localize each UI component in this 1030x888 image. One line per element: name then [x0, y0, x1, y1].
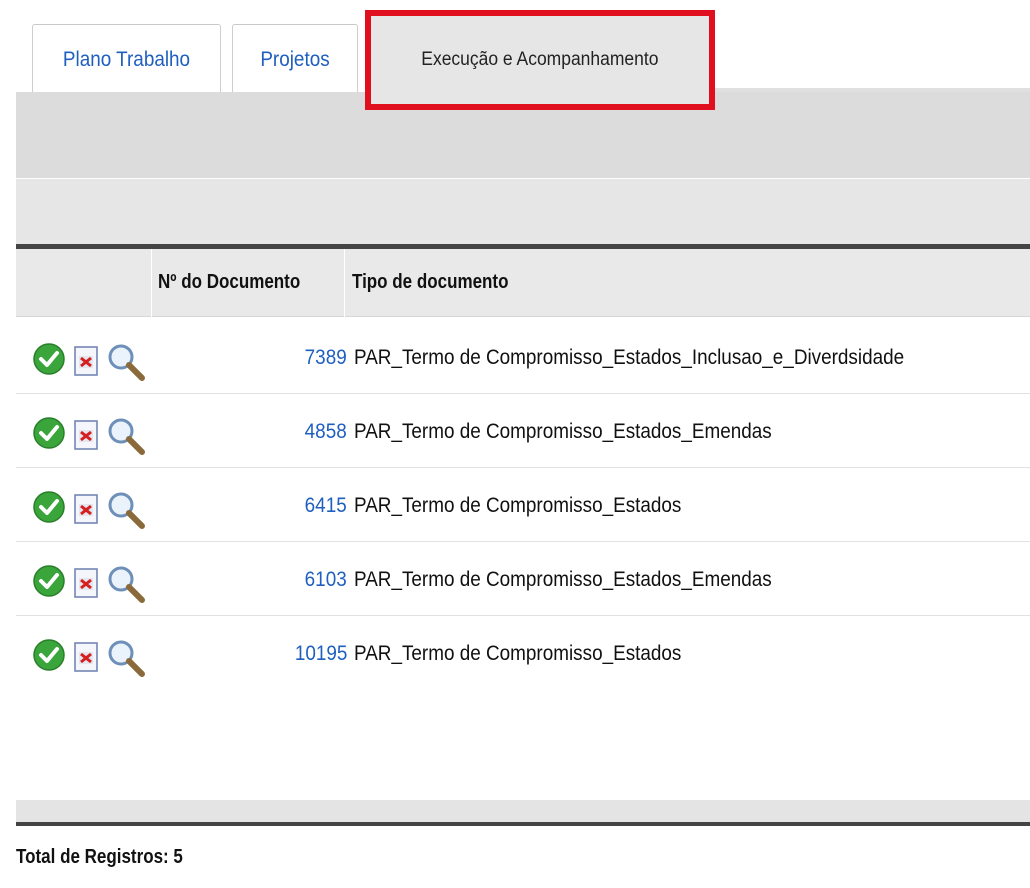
- check-circle-icon[interactable]: [32, 564, 66, 598]
- document-type: PAR_Termo de Compromisso_Estados_Emendas: [354, 568, 772, 591]
- tab-projetos[interactable]: Projetos: [232, 24, 358, 94]
- pdf-document-icon[interactable]: [74, 642, 98, 672]
- document-type: PAR_Termo de Compromisso_Estados_Inclusa…: [354, 346, 905, 369]
- row-actions: [32, 340, 152, 382]
- document-number-link[interactable]: 7389: [305, 346, 347, 370]
- column-separator: [344, 249, 345, 317]
- tab-label: Projetos: [260, 47, 330, 71]
- tab-plano-trabalho[interactable]: Plano Trabalho: [32, 24, 221, 94]
- magnifier-icon[interactable]: [106, 638, 146, 678]
- total-records: Total de Registros: 5: [16, 846, 183, 868]
- document-number-link[interactable]: 10195: [294, 642, 347, 666]
- magnifier-icon[interactable]: [106, 416, 146, 456]
- tab-label: Plano Trabalho: [62, 47, 191, 71]
- header-tipo-documento[interactable]: Tipo de documento: [352, 271, 508, 294]
- magnifier-icon[interactable]: [106, 490, 146, 530]
- document-type: PAR_Termo de Compromisso_Estados: [354, 494, 682, 517]
- row-actions: [32, 488, 152, 530]
- document-type: PAR_Termo de Compromisso_Estados_Emendas: [354, 420, 772, 443]
- pdf-document-icon[interactable]: [74, 346, 98, 376]
- magnifier-icon[interactable]: [106, 342, 146, 382]
- table-bottom-border: [16, 822, 1030, 826]
- table-row: 10195 PAR_Termo de Compromisso_Estados: [16, 616, 1030, 690]
- check-circle-icon[interactable]: [32, 342, 66, 376]
- table-row: 7389 PAR_Termo de Compromisso_Estados_In…: [16, 320, 1030, 394]
- tab-label: Execução e Acompanhamento: [421, 49, 659, 70]
- document-number-link[interactable]: 6415: [305, 494, 347, 518]
- column-separator: [151, 249, 152, 317]
- table-row: 4858 PAR_Termo de Compromisso_Estados_Em…: [16, 394, 1030, 468]
- table-header: Nº do Documento Tipo de documento: [16, 249, 1030, 317]
- tab-execucao-acompanhamento[interactable]: Execução e Acompanhamento: [365, 10, 715, 110]
- row-actions: [32, 636, 152, 678]
- header-numero-documento[interactable]: Nº do Documento: [158, 271, 300, 294]
- check-circle-icon[interactable]: [32, 490, 66, 524]
- document-number-link[interactable]: 4858: [305, 420, 347, 444]
- document-number-link[interactable]: 6103: [305, 568, 347, 592]
- table-footer-band: [16, 800, 1030, 822]
- filter-band: [16, 178, 1030, 245]
- table-row: 6415 PAR_Termo de Compromisso_Estados: [16, 468, 1030, 542]
- table-row: 6103 PAR_Termo de Compromisso_Estados_Em…: [16, 542, 1030, 616]
- row-actions: [32, 414, 152, 456]
- magnifier-icon[interactable]: [106, 564, 146, 604]
- pdf-document-icon[interactable]: [74, 494, 98, 524]
- document-type: PAR_Termo de Compromisso_Estados: [354, 642, 682, 665]
- check-circle-icon[interactable]: [32, 416, 66, 450]
- row-actions: [32, 562, 152, 604]
- pdf-document-icon[interactable]: [74, 420, 98, 450]
- tab-bar: Plano Trabalho Projetos Execução e Acomp…: [0, 0, 1030, 110]
- pdf-document-icon[interactable]: [74, 568, 98, 598]
- check-circle-icon[interactable]: [32, 638, 66, 672]
